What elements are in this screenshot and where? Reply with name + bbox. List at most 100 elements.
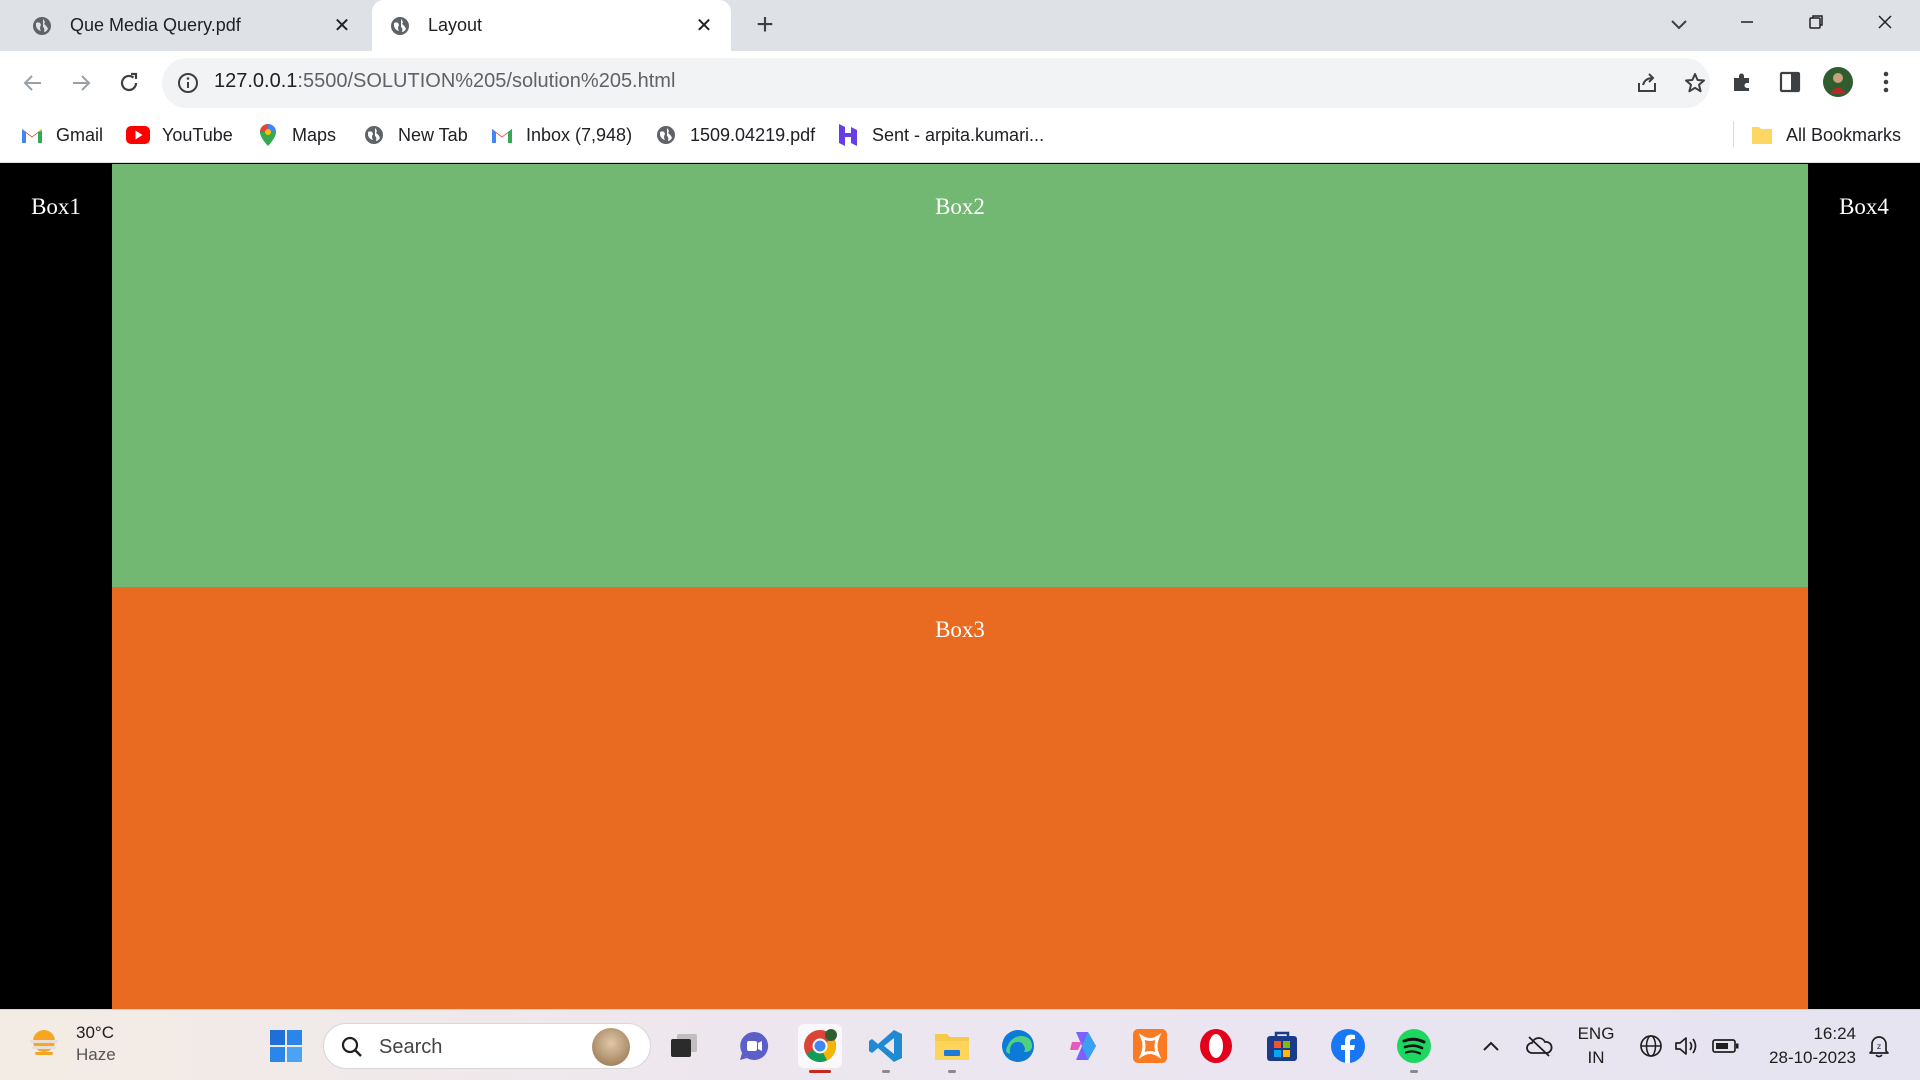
bookmark-gmail[interactable]: Gmail: [20, 115, 103, 155]
bookmark-label: 1509.04219.pdf: [690, 124, 816, 145]
opera-app-icon[interactable]: [1194, 1024, 1238, 1068]
hostinger-icon: [836, 123, 860, 147]
address-bar[interactable]: 127.0.0.1:5500/SOLUTION%205/solution%205…: [162, 58, 1710, 108]
box4: Box4: [1808, 164, 1920, 1009]
share-icon[interactable]: [1634, 70, 1660, 96]
box1: Box1: [0, 164, 112, 1009]
weather-condition: Haze: [76, 1045, 116, 1064]
svg-text:z: z: [1877, 1042, 1881, 1051]
box2-label: Box2: [935, 194, 985, 219]
teams-chat-icon[interactable]: [732, 1024, 776, 1068]
box4-label: Box4: [1839, 194, 1889, 219]
box3-label: Box3: [935, 617, 985, 642]
box3: Box3: [112, 587, 1808, 1009]
bookmark-label: New Tab: [398, 124, 468, 145]
spotify-app-icon[interactable]: [1392, 1024, 1436, 1073]
vscode-app-icon[interactable]: [864, 1024, 908, 1073]
maps-icon: [256, 123, 280, 147]
globe-icon: [390, 16, 410, 36]
region-code: IN: [1587, 1048, 1605, 1067]
bookmark-new-tab[interactable]: New Tab: [362, 115, 468, 155]
windows-taskbar: 30°C Haze Search ENG IN 16:24 28-10-2023…: [0, 1009, 1920, 1080]
side-panel-icon[interactable]: [1772, 64, 1808, 100]
task-view-icon[interactable]: [662, 1024, 706, 1068]
bookmark-label: Gmail: [56, 124, 104, 145]
all-bookmarks[interactable]: All Bookmarks: [1750, 115, 1901, 155]
extensions-puzzle-icon[interactable]: [1724, 64, 1760, 100]
reload-button[interactable]: [110, 64, 148, 102]
bookmark-label: Maps: [292, 124, 337, 145]
youtube-icon: [126, 123, 150, 147]
running-app-indicator: [882, 1070, 890, 1073]
tab-que-media-query[interactable]: Que Media Query.pdf ✕: [14, 0, 369, 51]
page-content: Box1 Box2 Box3 Box4: [0, 164, 1920, 1009]
bookmarks-separator: [1733, 121, 1734, 147]
restore-button[interactable]: [1786, 0, 1846, 44]
language-code: ENG: [1577, 1024, 1615, 1043]
url-path: :5500/SOLUTION%205/solution%205.html: [297, 70, 676, 92]
bookmark-sent[interactable]: Sent - arpita.kumari...: [836, 115, 1044, 155]
network-globe-icon[interactable]: [1636, 1010, 1666, 1080]
all-bookmarks-label: All Bookmarks: [1786, 124, 1902, 145]
site-info-icon[interactable]: [176, 71, 200, 95]
url-text: 127.0.0.1:5500/SOLUTION%205/solution%205…: [214, 70, 675, 93]
tab-title: Que Media Query.pdf: [70, 15, 241, 35]
tab-search-chevron-icon[interactable]: [1663, 10, 1695, 40]
haze-sun-icon: [26, 1026, 62, 1062]
copilot-icon[interactable]: [1062, 1024, 1106, 1068]
volume-icon[interactable]: [1672, 1010, 1702, 1080]
running-app-indicator: [1410, 1070, 1418, 1073]
globe-icon: [362, 123, 386, 147]
notifications-bell-icon[interactable]: z: [1864, 1010, 1894, 1080]
facebook-app-icon[interactable]: [1326, 1024, 1370, 1068]
bookmark-inbox[interactable]: Inbox (7,948): [490, 115, 632, 155]
xampp-app-icon[interactable]: [1128, 1024, 1172, 1068]
onedrive-offline-icon[interactable]: [1522, 1010, 1556, 1080]
gmail-icon: [20, 123, 44, 147]
start-button[interactable]: [264, 1024, 308, 1068]
search-highlight-image: [592, 1028, 630, 1066]
bookmark-label: Sent - arpita.kumari...: [872, 124, 1045, 145]
search-icon: [340, 1035, 364, 1059]
bookmark-youtube[interactable]: YouTube: [126, 115, 233, 155]
bookmark-label: Inbox (7,948): [526, 124, 633, 145]
bookmark-star-icon[interactable]: [1682, 70, 1708, 96]
box2: Box2: [112, 164, 1808, 587]
profile-avatar[interactable]: [1820, 64, 1856, 100]
edge-app-icon[interactable]: [996, 1024, 1040, 1068]
language-indicator[interactable]: ENG IN: [1574, 1022, 1618, 1070]
gmail-icon: [490, 123, 514, 147]
search-placeholder: Search: [379, 1036, 443, 1058]
tab-title: Layout: [428, 15, 483, 35]
close-tab-icon[interactable]: ✕: [327, 11, 357, 41]
battery-icon[interactable]: [1709, 1010, 1743, 1080]
active-app-indicator: [809, 1070, 831, 1073]
close-tab-icon[interactable]: ✕: [689, 11, 719, 41]
file-explorer-icon[interactable]: [930, 1024, 974, 1073]
microsoft-store-icon[interactable]: [1260, 1024, 1304, 1068]
forward-button[interactable]: [62, 64, 100, 102]
close-window-button[interactable]: [1855, 0, 1915, 44]
chrome-app-icon[interactable]: [798, 1024, 842, 1073]
taskbar-search[interactable]: Search: [323, 1023, 651, 1069]
weather-temp: 30°C: [76, 1023, 114, 1042]
running-app-indicator: [948, 1070, 956, 1073]
bookmark-maps[interactable]: Maps: [256, 115, 336, 155]
box1-label: Box1: [31, 194, 81, 219]
taskbar-clock[interactable]: 16:24 28-10-2023: [1756, 1022, 1856, 1070]
weather-widget[interactable]: 30°C Haze: [26, 1022, 116, 1066]
clock-date: 28-10-2023: [1769, 1048, 1856, 1067]
bookmark-pdf[interactable]: 1509.04219.pdf: [654, 115, 815, 155]
new-tab-button[interactable]: +: [748, 8, 782, 42]
clock-time: 16:24: [1813, 1024, 1856, 1043]
bookmark-label: YouTube: [162, 124, 233, 145]
minimize-button[interactable]: [1717, 0, 1777, 44]
globe-icon: [654, 123, 678, 147]
menu-dots-icon[interactable]: [1868, 64, 1904, 100]
globe-icon: [32, 16, 52, 36]
back-button[interactable]: [14, 64, 52, 102]
tab-layout[interactable]: Layout ✕: [372, 0, 731, 51]
folder-icon: [1750, 123, 1774, 147]
bookmarks-bar: Gmail YouTube Maps New Tab Inbox (7,948)…: [0, 115, 1920, 163]
show-hidden-icons-chevron[interactable]: [1476, 1010, 1506, 1080]
